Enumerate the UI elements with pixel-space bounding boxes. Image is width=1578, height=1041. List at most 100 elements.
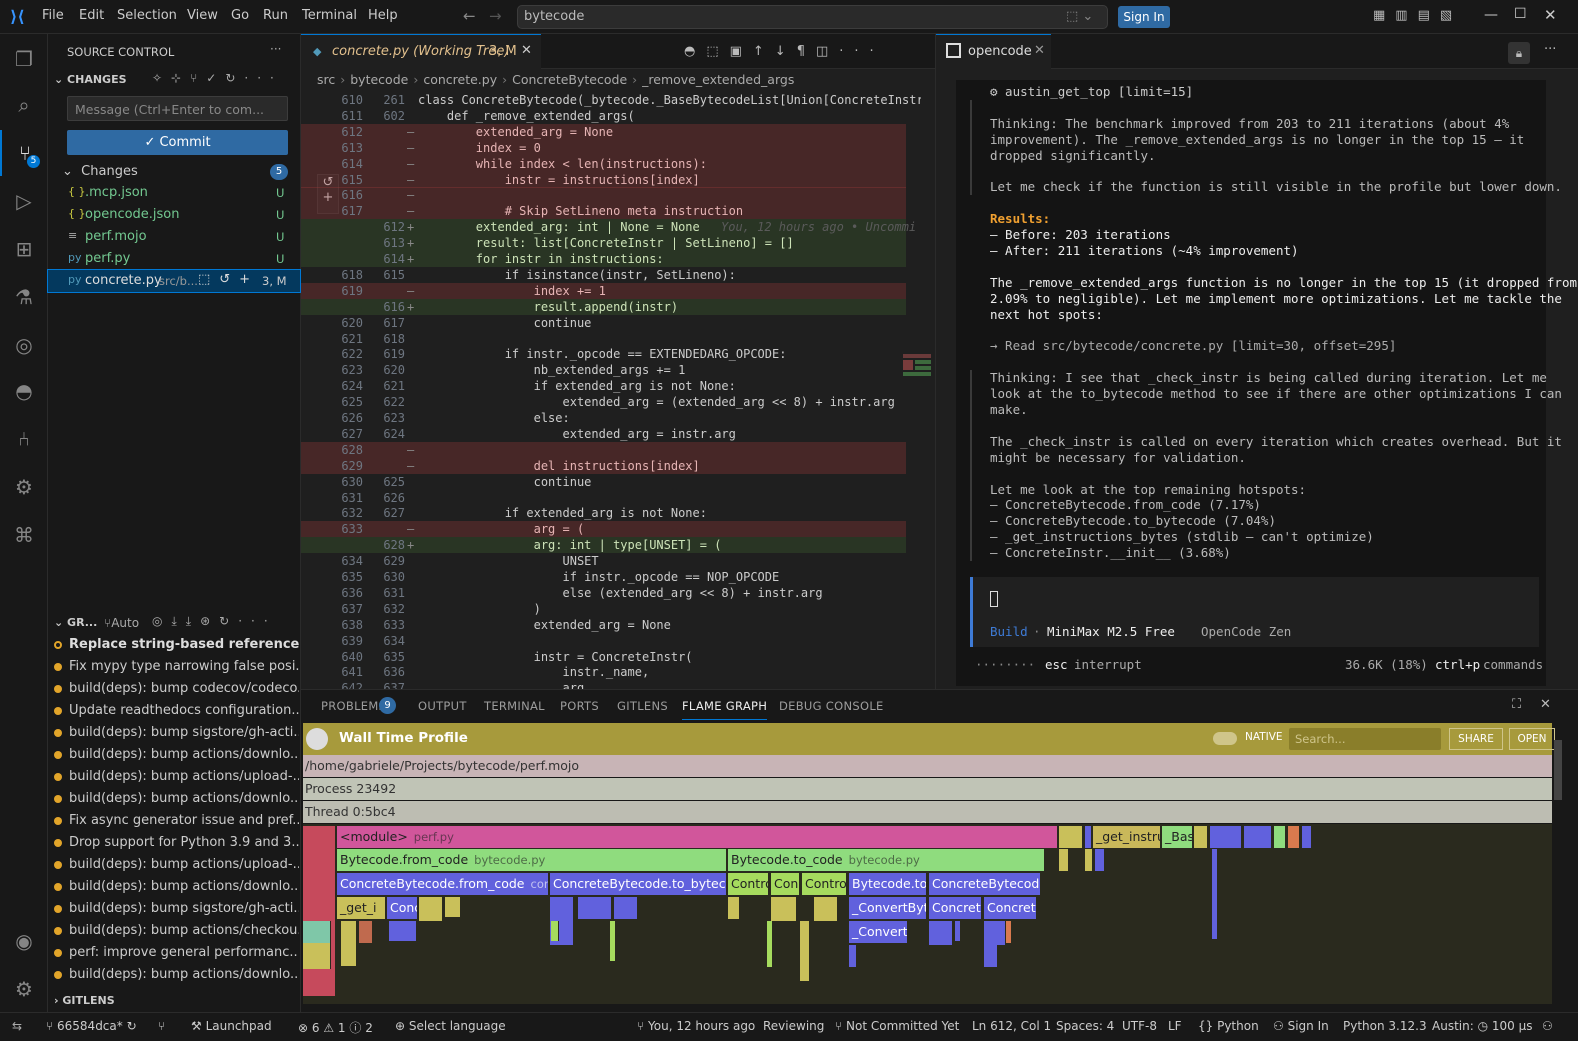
flame-frame-small[interactable]	[614, 897, 638, 919]
flame-frame-small[interactable]	[771, 897, 797, 921]
flame-thread-row[interactable]: Thread 0:5bc4	[303, 801, 1552, 823]
close-window-icon[interactable]: ✕	[1544, 6, 1557, 24]
committed-status[interactable]: ⑂ Not Committed Yet	[835, 1019, 959, 1033]
flame-frame-small[interactable]	[419, 897, 443, 921]
commit-row[interactable]: build(deps): bump sigstore/gh-acti...	[54, 722, 299, 744]
python-interpreter[interactable]: Python 3.12.3	[1343, 1019, 1427, 1033]
search-icon[interactable]: ⌕	[0, 82, 48, 128]
remote-icon[interactable]: ⇆	[12, 1019, 22, 1033]
python-icon[interactable]: ⌘	[0, 512, 48, 558]
share-button[interactable]: SHARE	[1449, 728, 1503, 750]
command-center-search[interactable]: bytecode ⬚ ⌄	[517, 5, 1108, 29]
flame-frame-small[interactable]	[1085, 826, 1092, 848]
panel-tab-ports[interactable]: PORTS	[560, 699, 599, 713]
more-actions-icon[interactable]: ···	[270, 42, 281, 56]
flame-frame[interactable]: _Bas	[1162, 826, 1192, 848]
commit-row[interactable]: Fix mypy type narrowing false posi...	[54, 656, 299, 678]
menu-edit[interactable]: Edit	[79, 8, 104, 23]
launchpad-status[interactable]: ⚒ Launchpad	[191, 1019, 272, 1033]
close-panel-icon[interactable]: ✕	[1540, 697, 1551, 712]
austin-status[interactable]: Austin: ◷ 100 μs	[1432, 1019, 1532, 1033]
flame-frame-small[interactable]	[1212, 849, 1218, 939]
flame-frame-small[interactable]	[767, 921, 773, 967]
flame-frame-small[interactable]	[1288, 826, 1300, 848]
panel-tab-flame-graph[interactable]: FLAME GRAPH	[682, 699, 768, 720]
explorer-icon[interactable]: ❐	[0, 36, 48, 82]
flame-root-row[interactable]: /home/gabriele/Projects/bytecode/perf.mo…	[303, 755, 1552, 777]
menu-view[interactable]: View	[187, 8, 218, 23]
flame-frame-small[interactable]	[303, 943, 331, 969]
flame-frame-small[interactable]	[1274, 826, 1286, 848]
select-language-status[interactable]: ⊕ Select language	[395, 1019, 506, 1033]
commit-row[interactable]: build(deps): bump codecov/codeco...	[54, 678, 299, 700]
maximize-panel-icon[interactable]: ⛶	[1512, 697, 1521, 712]
reviewing-status[interactable]: Reviewing	[763, 1019, 824, 1033]
breadcrumb-item[interactable]: src	[317, 72, 335, 87]
flame-frame-small[interactable]	[955, 921, 961, 941]
forward-arrow-icon[interactable]: →	[489, 7, 502, 25]
lock-icon[interactable]: 🔒︎	[1508, 42, 1530, 64]
panel-tab-gitlens[interactable]: GITLENS	[617, 699, 668, 713]
flame-frame-small[interactable]	[578, 897, 612, 919]
commit-row[interactable]: build(deps): bump actions/downlo...	[54, 876, 299, 898]
flame-frame-small[interactable]	[1194, 826, 1208, 848]
chat-icon[interactable]: ⬚ ⌄	[1066, 9, 1093, 24]
gitlens-icon[interactable]: ⑃	[0, 416, 48, 462]
chat-input[interactable]: Build · MiniMax M2.5 Free OpenCode Zen	[970, 577, 1539, 647]
commit-row[interactable]: Replace string-based references ...	[54, 634, 299, 656]
flame-frame-small[interactable]	[929, 921, 953, 945]
menu-selection[interactable]: Selection	[117, 8, 177, 23]
panel-tab-terminal[interactable]: TERMINAL	[484, 699, 545, 713]
flame-frame-small[interactable]	[551, 921, 559, 941]
commit-row[interactable]: Drop support for Python 3.9 and 3...	[54, 832, 299, 854]
language-mode[interactable]: {} Python	[1198, 1019, 1259, 1033]
flame-frame[interactable]: _get_instru	[1093, 826, 1160, 848]
account-icon[interactable]: ◉	[0, 918, 48, 964]
editor-tab[interactable]: ◆ concrete.py (Working Tree) 3, M ✕	[301, 34, 541, 69]
commit-row[interactable]: build(deps): bump actions/downlo...	[54, 964, 299, 986]
native-toggle[interactable]	[1213, 732, 1237, 745]
signin-status[interactable]: ⚇ Sign In	[1273, 1019, 1329, 1033]
flame-frame-small[interactable]	[341, 921, 357, 966]
breadcrumb-item[interactable]: concrete.py	[423, 72, 497, 87]
graph-toolbar-icons[interactable]: ◎⤓⤓⊛↻···	[152, 614, 277, 629]
run-debug-icon[interactable]: ▷	[0, 178, 48, 224]
changed-file-row[interactable]: { } opencode.json U	[48, 204, 300, 226]
flame-frame[interactable]: Bytecode.from_code bytecode.py	[337, 849, 726, 871]
flame-frame[interactable]: Concret	[929, 897, 981, 919]
flame-frame-small[interactable]	[814, 897, 838, 921]
branch-status[interactable]: ⑂ 66584dca* ↻	[46, 1019, 137, 1033]
flame-frame[interactable]: <module> perf.py	[337, 826, 1057, 848]
blame-status[interactable]: ⑂ You, 12 hours ago	[637, 1019, 755, 1033]
menu-help[interactable]: Help	[368, 8, 398, 23]
panel-tab-debug-console[interactable]: DEBUG CONSOLE	[779, 699, 884, 713]
commit-row[interactable]: build(deps): bump actions/upload-...	[54, 854, 299, 876]
breadcrumb-item[interactable]: ConcreteBytecode	[512, 72, 627, 87]
commit-row[interactable]: perf: improve general performanc...	[54, 942, 299, 964]
open-button[interactable]: OPEN	[1509, 728, 1555, 750]
minimap[interactable]	[903, 354, 931, 376]
flame-frame-small[interactable]	[1059, 826, 1083, 848]
panel-tab-problems[interactable]: PROBLEMS	[321, 699, 386, 713]
build-mode-label[interactable]: Build	[990, 624, 1028, 639]
close-tab-icon[interactable]: ✕	[521, 43, 532, 58]
menu-go[interactable]: Go	[231, 8, 249, 23]
flame-frame-small[interactable]	[389, 921, 417, 941]
manage-gear-icon[interactable]: ⚙	[0, 966, 48, 1012]
menu-run[interactable]: Run	[263, 8, 288, 23]
changes-section-header[interactable]: ⌄ CHANGES	[54, 73, 127, 86]
breadcrumb-item[interactable]: bytecode	[350, 72, 408, 87]
flame-frame-small[interactable]	[800, 921, 810, 981]
flame-frame[interactable]: ConcreteBytecode	[929, 873, 1040, 895]
commit-row[interactable]: Update readthedocs configuration...	[54, 700, 299, 722]
notifications-icon[interactable]: ⚇	[1542, 1019, 1553, 1033]
flame-frame[interactable]: Con	[771, 873, 799, 895]
flame-frame[interactable]: Concret	[984, 897, 1036, 919]
flame-frame-small[interactable]	[1210, 826, 1242, 848]
git-graph-status-icon[interactable]: ⑂	[158, 1019, 165, 1033]
remote-explorer-icon[interactable]: ◎	[0, 322, 48, 368]
model-label[interactable]: MiniMax M2.5 Free	[1047, 624, 1175, 639]
flame-frame-small[interactable]	[1302, 826, 1312, 848]
flame-frame-small[interactable]	[359, 921, 373, 943]
chat-more-icon[interactable]: ···	[1544, 42, 1556, 57]
